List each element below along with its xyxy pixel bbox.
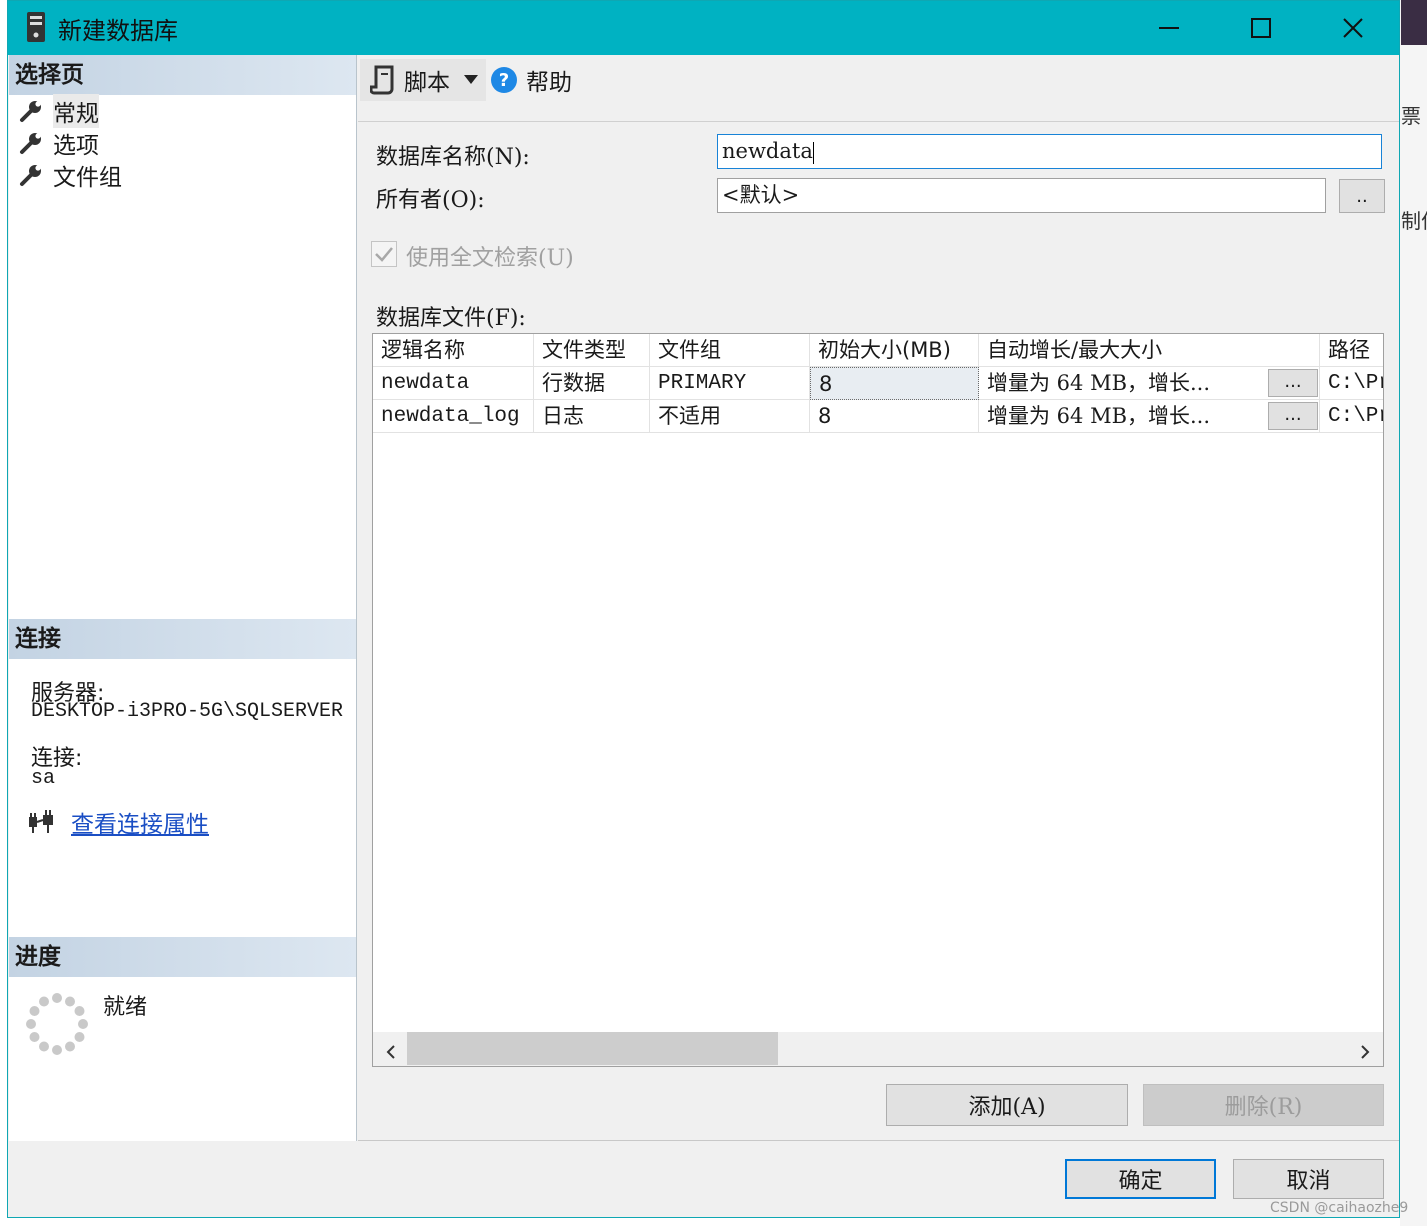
page-item-label: 常规 bbox=[53, 94, 99, 128]
database-name-value: newdata bbox=[722, 139, 813, 163]
script-icon bbox=[370, 65, 396, 95]
horizontal-scrollbar[interactable] bbox=[373, 1032, 1383, 1066]
owner-input[interactable]: <默认> bbox=[717, 178, 1326, 213]
footer-divider bbox=[358, 1140, 1399, 1141]
page-item-general[interactable]: 常规 bbox=[17, 94, 99, 128]
fulltext-checkbox[interactable] bbox=[371, 241, 397, 267]
database-files-grid: 逻辑名称 文件类型 文件组 初始大小(MB) 自动增长/最大大小 路径 newd… bbox=[372, 333, 1384, 1067]
progress-status: 就绪 bbox=[103, 995, 148, 1020]
cell-file-type[interactable]: 日志 bbox=[534, 400, 650, 433]
select-page-header: 选择页 bbox=[9, 55, 356, 95]
column-header-file-type[interactable]: 文件类型 bbox=[534, 334, 650, 367]
cell-logical-name[interactable]: newdata_log bbox=[373, 400, 534, 433]
connection-header: 连接 bbox=[9, 619, 356, 659]
maximize-button[interactable] bbox=[1216, 1, 1306, 55]
owner-label: 所有者(O): bbox=[376, 188, 485, 213]
cell-file-type[interactable]: 行数据 bbox=[534, 367, 650, 400]
background-text-top: 票 bbox=[1401, 104, 1421, 128]
background-window-fragment bbox=[1400, 0, 1427, 1226]
cell-initial-size[interactable]: 8 bbox=[810, 367, 979, 400]
autogrowth-edit-button[interactable]: ... bbox=[1268, 402, 1318, 430]
help-icon: ? bbox=[490, 66, 518, 94]
minimize-icon bbox=[1159, 27, 1179, 29]
server-value: DESKTOP-i3PRO-5G\SQLSERVER bbox=[31, 700, 344, 723]
database-app-icon bbox=[26, 11, 46, 43]
connection-value: sa bbox=[31, 767, 56, 790]
wrench-icon bbox=[17, 129, 45, 157]
help-button[interactable]: ? 帮助 bbox=[490, 59, 572, 101]
toolbar: 脚本 ? 帮助 bbox=[358, 55, 1399, 105]
background-avatar bbox=[1401, 0, 1427, 45]
column-header-initial-size[interactable]: 初始大小(MB) bbox=[810, 334, 979, 367]
progress-spinner-icon bbox=[25, 992, 89, 1056]
script-label: 脚本 bbox=[404, 70, 450, 96]
cancel-button[interactable]: 取消 bbox=[1233, 1159, 1384, 1199]
scrollbar-thumb[interactable] bbox=[407, 1032, 778, 1065]
owner-browse-button[interactable]: .. bbox=[1339, 179, 1385, 213]
window-title: 新建数据库 bbox=[58, 17, 178, 45]
cell-filegroup[interactable]: PRIMARY bbox=[650, 367, 810, 400]
column-header-filegroup[interactable]: 文件组 bbox=[650, 334, 810, 367]
page-item-label: 文件组 bbox=[53, 165, 122, 191]
scroll-right-icon[interactable] bbox=[1357, 1041, 1373, 1059]
page-item-label: 选项 bbox=[53, 133, 99, 159]
svg-text:?: ? bbox=[499, 70, 509, 91]
dropdown-arrow-icon[interactable] bbox=[464, 75, 478, 85]
title-bar[interactable]: 新建数据库 bbox=[8, 1, 1399, 55]
close-button[interactable] bbox=[1308, 1, 1398, 55]
page-item-filegroups[interactable]: 文件组 bbox=[17, 159, 122, 191]
ok-button[interactable]: 确定 bbox=[1065, 1159, 1216, 1199]
autogrowth-edit-button[interactable]: ... bbox=[1268, 369, 1318, 397]
database-name-label: 数据库名称(N): bbox=[376, 145, 530, 170]
progress-header: 进度 bbox=[9, 937, 356, 977]
page-item-options[interactable]: 选项 bbox=[17, 127, 99, 159]
maximize-icon bbox=[1251, 18, 1271, 38]
database-name-input[interactable]: newdata bbox=[717, 134, 1382, 169]
fulltext-label: 使用全文检索(U) bbox=[406, 246, 574, 271]
cell-initial-size[interactable]: 8 bbox=[810, 400, 979, 433]
remove-file-button[interactable]: 删除(R) bbox=[1143, 1084, 1384, 1126]
left-panel: 选择页 常规 选项 文件组 连接 服务器: DESKTOP-i3PRO-5G\S… bbox=[9, 55, 357, 1141]
cell-logical-name[interactable]: newdata bbox=[373, 367, 534, 400]
plug-icon bbox=[27, 807, 57, 837]
column-header-autogrowth[interactable]: 自动增长/最大大小 bbox=[979, 334, 1320, 367]
minimize-button[interactable] bbox=[1124, 1, 1214, 55]
cell-path[interactable]: C:\Pr bbox=[1320, 400, 1383, 433]
help-label: 帮助 bbox=[526, 70, 572, 96]
database-files-label: 数据库文件(F): bbox=[376, 306, 526, 331]
script-button[interactable]: 脚本 bbox=[360, 59, 486, 101]
checkmark-icon bbox=[375, 247, 393, 262]
background-text-mid: 制作 bbox=[1401, 209, 1427, 233]
toolbar-divider bbox=[358, 121, 1399, 122]
scroll-left-icon[interactable] bbox=[383, 1041, 399, 1059]
column-header-logical-name[interactable]: 逻辑名称 bbox=[373, 334, 534, 367]
wrench-icon bbox=[17, 161, 45, 189]
column-header-path[interactable]: 路径 bbox=[1320, 334, 1383, 367]
watermark: CSDN @caihaozhe9 bbox=[1270, 1200, 1409, 1216]
new-database-dialog: 新建数据库 选择页 常规 选项 文件组 连接 服务器: DESKTOP-i3PR… bbox=[7, 0, 1400, 1218]
cell-filegroup[interactable]: 不适用 bbox=[650, 400, 810, 433]
text-cursor bbox=[812, 141, 814, 164]
view-connection-properties-link[interactable]: 查看连接属性 bbox=[71, 805, 209, 839]
cell-path[interactable]: C:\Pr bbox=[1320, 367, 1383, 400]
close-icon bbox=[1343, 18, 1363, 38]
wrench-icon bbox=[17, 97, 45, 125]
add-file-button[interactable]: 添加(A) bbox=[886, 1084, 1128, 1126]
